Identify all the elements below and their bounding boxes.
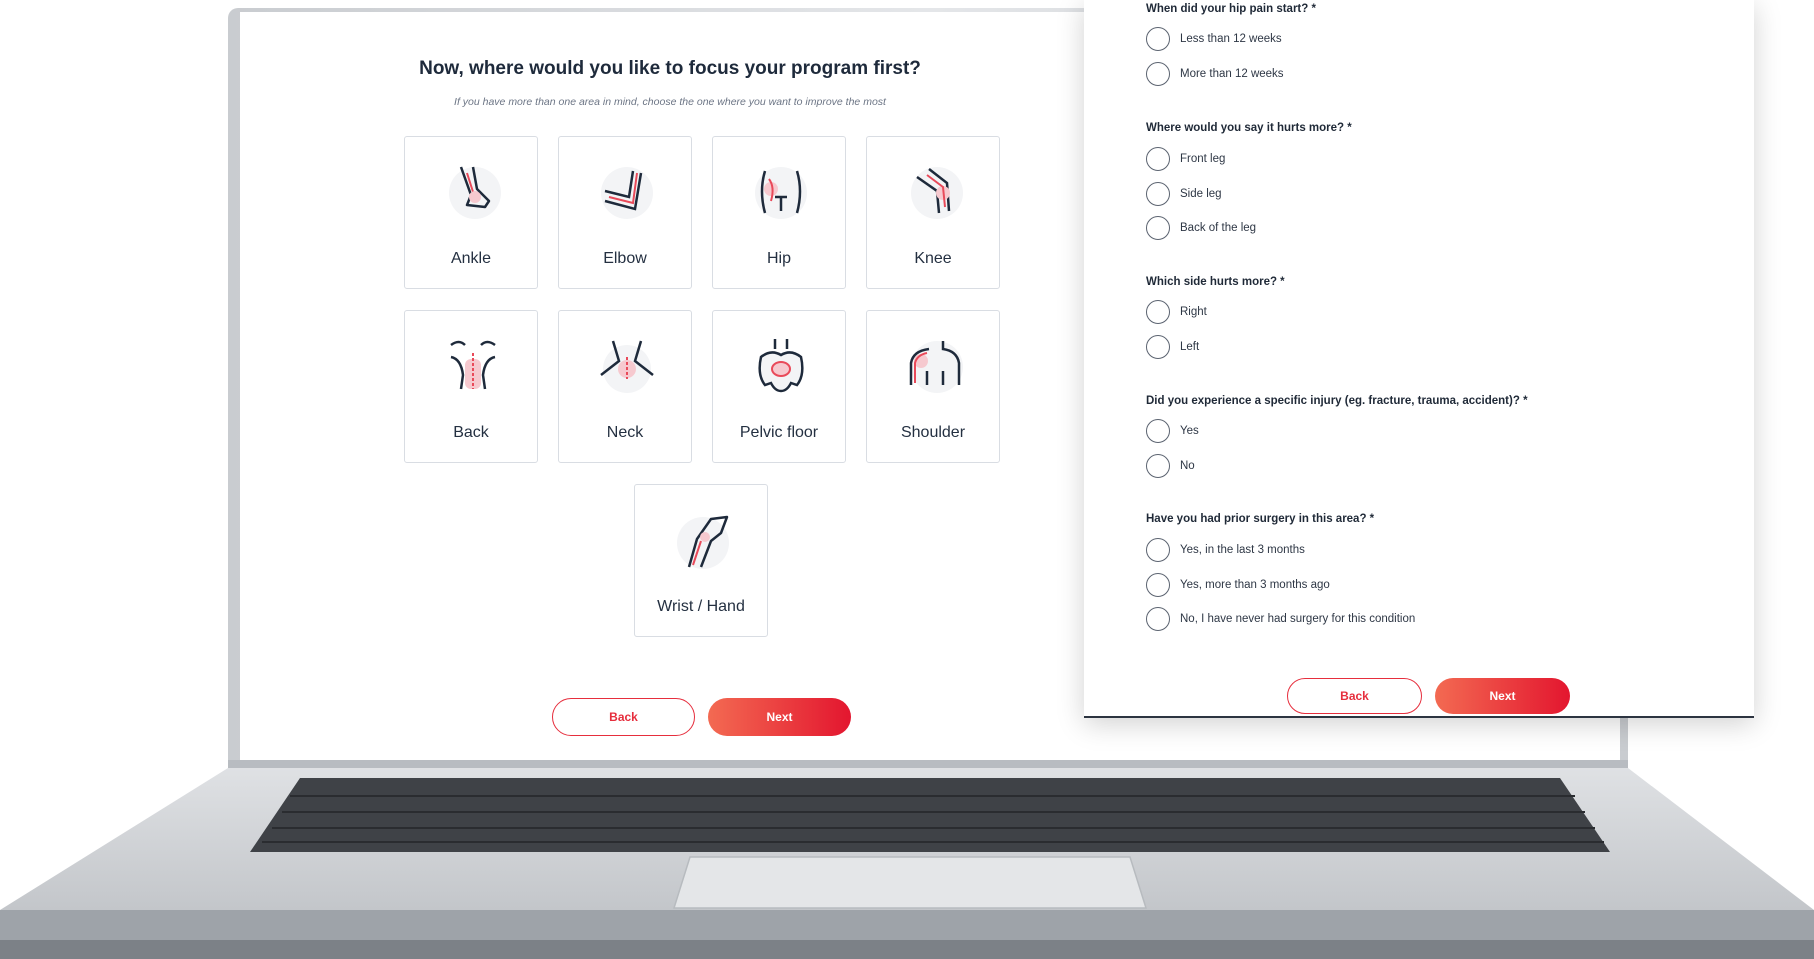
laptop-base	[0, 760, 1814, 959]
page-subtitle: If you have more than one area in mind, …	[454, 96, 886, 108]
back-button[interactable]: Back	[1287, 678, 1422, 714]
next-button[interactable]: Next	[1435, 678, 1570, 714]
hip-icon	[749, 161, 813, 225]
radio-button[interactable]	[1146, 335, 1170, 359]
shoulder-icon	[903, 335, 967, 399]
area-card-pelvic-floor[interactable]: Pelvic floor	[712, 310, 846, 463]
radio-option[interactable]: Side leg	[1146, 181, 1222, 207]
area-label: Elbow	[603, 250, 647, 267]
radio-option[interactable]: Left	[1146, 334, 1199, 360]
question-label: Did you experience a specific injury (eg…	[1146, 395, 1528, 407]
pelvic-floor-icon	[749, 335, 813, 399]
option-label: Yes, more than 3 months ago	[1180, 579, 1330, 591]
radio-option[interactable]: Yes	[1146, 418, 1199, 444]
option-label: Back of the leg	[1180, 222, 1257, 234]
area-card-back[interactable]: Back	[404, 310, 538, 463]
option-label: Yes	[1180, 425, 1199, 437]
question-label: When did your hip pain start? *	[1146, 3, 1316, 15]
radio-button[interactable]	[1146, 419, 1170, 443]
focus-area-panel: Now, where would you like to focus your …	[240, 12, 1100, 764]
radio-option[interactable]: Yes, more than 3 months ago	[1146, 572, 1330, 598]
option-label: Less than 12 weeks	[1180, 33, 1282, 45]
area-label: Knee	[914, 250, 952, 267]
radio-option[interactable]: Front leg	[1146, 146, 1225, 172]
area-card-elbow[interactable]: Elbow	[558, 136, 692, 289]
area-label: Shoulder	[900, 424, 966, 441]
neck-icon	[595, 335, 659, 399]
area-card-shoulder[interactable]: Shoulder	[866, 310, 1000, 463]
next-button[interactable]: Next	[708, 698, 851, 736]
radio-option[interactable]: Right	[1146, 299, 1207, 325]
question-label: Have you had prior surgery in this area?…	[1146, 513, 1375, 525]
radio-option[interactable]: Yes, in the last 3 months	[1146, 537, 1305, 563]
question-label: Which side hurts more? *	[1146, 276, 1285, 288]
hip-pain-questionnaire: When did your hip pain start? * Less tha…	[1084, 0, 1754, 718]
radio-button[interactable]	[1146, 147, 1170, 171]
radio-button[interactable]	[1146, 300, 1170, 324]
radio-option[interactable]: No, I have never had surgery for this co…	[1146, 606, 1415, 632]
area-card-wrist-hand[interactable]: Wrist / Hand	[634, 484, 768, 637]
area-card-neck[interactable]: Neck	[558, 310, 692, 463]
radio-button[interactable]	[1146, 573, 1170, 597]
area-label: Pelvic floor	[739, 424, 819, 441]
radio-button[interactable]	[1146, 27, 1170, 51]
area-label: Neck	[606, 424, 644, 441]
option-label: Side leg	[1180, 188, 1222, 200]
option-label: More than 12 weeks	[1180, 68, 1284, 80]
option-label: No, I have never had surgery for this co…	[1180, 613, 1416, 625]
back-icon	[441, 335, 505, 399]
radio-button[interactable]	[1146, 454, 1170, 478]
area-label: Back	[453, 424, 489, 441]
question-label: Where would you say it hurts more? *	[1146, 122, 1352, 134]
area-label: Wrist / Hand	[657, 598, 745, 615]
area-card-ankle[interactable]: Ankle	[404, 136, 538, 289]
radio-button[interactable]	[1146, 182, 1170, 206]
radio-button[interactable]	[1146, 216, 1170, 240]
area-card-knee[interactable]: Knee	[866, 136, 1000, 289]
radio-button[interactable]	[1146, 607, 1170, 631]
option-label: Yes, in the last 3 months	[1180, 544, 1305, 556]
elbow-icon	[595, 161, 659, 225]
area-label: Ankle	[450, 250, 492, 267]
wrist-hand-icon	[671, 509, 735, 573]
radio-option[interactable]: Less than 12 weeks	[1146, 26, 1282, 52]
radio-button[interactable]	[1146, 538, 1170, 562]
knee-icon	[903, 161, 967, 225]
option-label: Left	[1180, 341, 1200, 353]
area-label: Hip	[766, 250, 791, 267]
radio-option[interactable]: Back of the leg	[1146, 215, 1256, 241]
option-label: No	[1180, 460, 1195, 472]
option-label: Right	[1180, 306, 1207, 318]
option-label: Front leg	[1180, 153, 1226, 165]
page-title: Now, where would you like to focus your …	[419, 58, 921, 79]
back-button[interactable]: Back	[552, 698, 695, 736]
area-card-hip[interactable]: Hip	[712, 136, 846, 289]
ankle-icon	[441, 161, 505, 225]
radio-option[interactable]: No	[1146, 453, 1195, 479]
radio-option[interactable]: More than 12 weeks	[1146, 61, 1284, 87]
radio-button[interactable]	[1146, 62, 1170, 86]
